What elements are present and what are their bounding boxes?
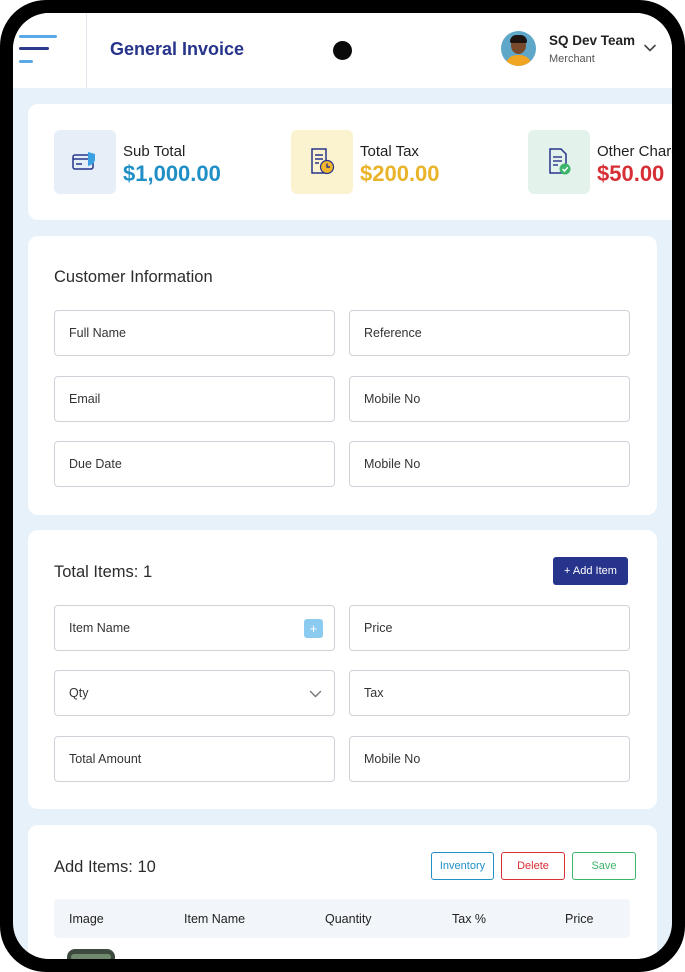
due-date-field[interactable]: Due Date bbox=[54, 441, 335, 487]
mobile-no-field[interactable]: Mobile No bbox=[349, 376, 630, 422]
column-header-price: Price bbox=[565, 912, 594, 926]
save-button[interactable]: Save bbox=[572, 852, 636, 880]
column-header-image: Image bbox=[69, 912, 104, 926]
field-placeholder: Total Amount bbox=[69, 752, 142, 766]
user-name: SQ Dev Team bbox=[549, 33, 636, 48]
field-placeholder: Mobile No bbox=[364, 457, 421, 471]
delete-button[interactable]: Delete bbox=[501, 852, 565, 880]
reference-field[interactable]: Reference bbox=[349, 310, 630, 356]
tax-field[interactable]: Tax bbox=[349, 670, 630, 716]
chevron-down-icon[interactable] bbox=[643, 41, 657, 55]
field-placeholder: Price bbox=[364, 621, 393, 635]
full-name-field[interactable]: Full Name bbox=[54, 310, 335, 356]
stat-other-charges: Other Charges $50.00 bbox=[528, 130, 672, 194]
field-placeholder: Email bbox=[69, 392, 101, 406]
card-shield-icon bbox=[54, 130, 116, 194]
stat-label: Total Tax bbox=[360, 143, 419, 160]
stat-value: $200.00 bbox=[360, 161, 440, 186]
stat-sub-total: Sub Total $1,000.00 bbox=[54, 130, 294, 194]
avatar bbox=[501, 31, 536, 66]
field-placeholder: Qty bbox=[69, 686, 89, 700]
inventory-button[interactable]: Inventory bbox=[431, 852, 494, 880]
stat-value: $1,000.00 bbox=[123, 161, 221, 186]
item-name-field[interactable]: Item Name + bbox=[54, 605, 335, 651]
field-placeholder: Due Date bbox=[69, 457, 122, 471]
item-thumbnail bbox=[67, 949, 115, 959]
field-placeholder: Tax bbox=[364, 686, 384, 700]
section-title: Customer Information bbox=[54, 268, 213, 286]
user-role: Merchant bbox=[549, 53, 595, 65]
price-field[interactable]: Price bbox=[349, 605, 630, 651]
stat-label: Sub Total bbox=[123, 143, 186, 160]
section-title: Add Items: 10 bbox=[54, 858, 156, 876]
field-placeholder: Mobile No bbox=[364, 392, 421, 406]
field-placeholder: Item Name bbox=[69, 621, 131, 635]
column-header-quantity: Quantity bbox=[325, 912, 372, 926]
mobile-no-field-2[interactable]: Mobile No bbox=[349, 441, 630, 487]
field-placeholder: Mobile No bbox=[364, 752, 421, 766]
items-list-card: Add Items: 10 Inventory Delete Save Imag… bbox=[28, 825, 657, 959]
items-form-card: Total Items: 1 + Add Item Item Name + Pr… bbox=[28, 530, 657, 809]
document-check-icon bbox=[528, 130, 590, 194]
field-placeholder: Reference bbox=[364, 326, 422, 340]
screen: General Invoice SQ Dev Team Merchant Sub… bbox=[13, 13, 672, 959]
user-menu[interactable]: SQ Dev Team Merchant bbox=[501, 31, 661, 71]
column-header-item-name: Item Name bbox=[184, 912, 246, 926]
section-title: Total Items: 1 bbox=[54, 563, 153, 581]
customer-info-card: Customer Information Full Name Reference… bbox=[28, 236, 657, 515]
hamburger-menu-icon[interactable] bbox=[19, 33, 61, 67]
chevron-down-icon bbox=[309, 690, 322, 698]
summary-card: Sub Total $1,000.00 Total Tax $200.00 Ot… bbox=[28, 104, 672, 220]
field-placeholder: Full Name bbox=[69, 326, 126, 340]
stat-value: $50.00 bbox=[597, 161, 665, 186]
mobile-no-field-3[interactable]: Mobile No bbox=[349, 736, 630, 782]
device-frame: General Invoice SQ Dev Team Merchant Sub… bbox=[0, 0, 685, 972]
stat-label: Other Charges bbox=[597, 143, 672, 160]
header-divider bbox=[86, 13, 87, 88]
table-header: Image Item Name Quantity Tax % Price bbox=[54, 899, 630, 938]
add-item-button[interactable]: + Add Item bbox=[553, 557, 628, 585]
stat-total-tax: Total Tax $200.00 bbox=[291, 130, 531, 194]
qty-select[interactable]: Qty bbox=[54, 670, 335, 716]
total-amount-field[interactable]: Total Amount bbox=[54, 736, 335, 782]
camera-notch bbox=[333, 41, 352, 60]
receipt-clock-icon bbox=[291, 130, 353, 194]
page-title: General Invoice bbox=[110, 39, 245, 59]
plus-icon[interactable]: + bbox=[304, 619, 323, 638]
email-field[interactable]: Email bbox=[54, 376, 335, 422]
column-header-tax: Tax % bbox=[452, 912, 487, 926]
